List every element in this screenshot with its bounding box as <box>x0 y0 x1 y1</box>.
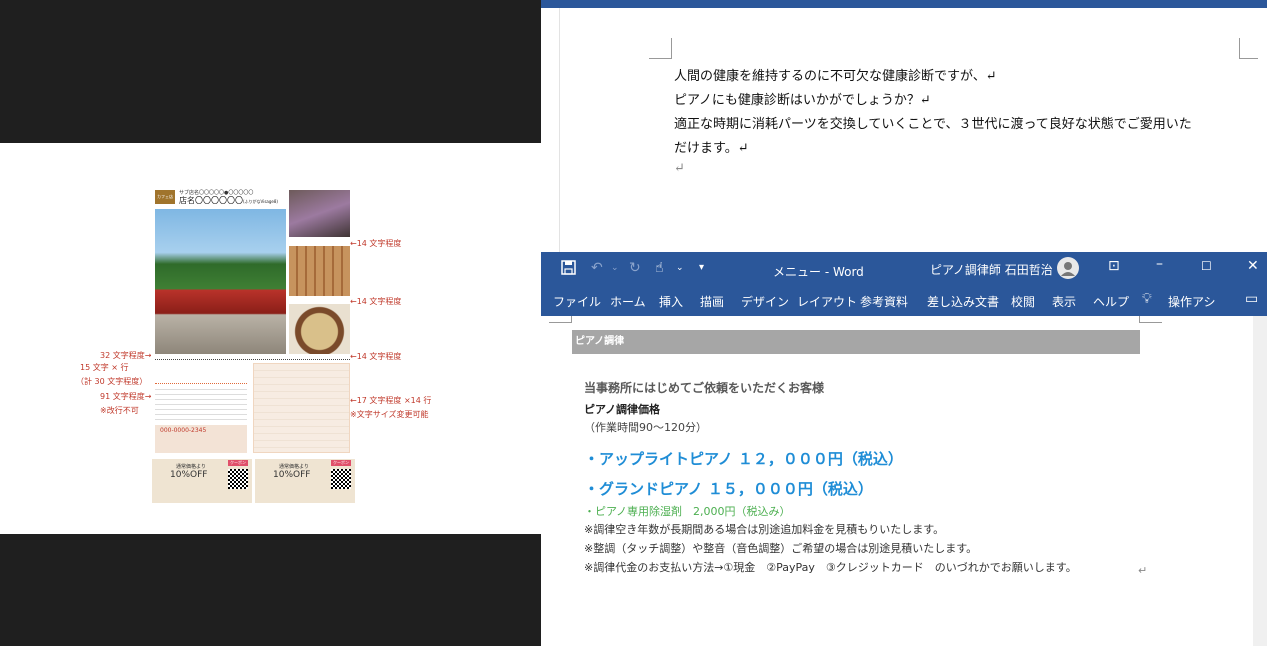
close-icon[interactable]: ✕ <box>1247 258 1259 274</box>
coupon-discount: 10%OFF <box>170 470 208 480</box>
annotation-30chars: （計 30 文字程度） <box>76 377 148 386</box>
annotation-91chars: 91 文字程度→ <box>100 392 152 401</box>
price-dehumidifier: ・ピアノ専用除湿剤 2,000円（税込み） <box>584 505 791 518</box>
touch-mode-icon[interactable]: ☝ <box>655 260 664 276</box>
background-window-titlebar <box>541 0 1267 8</box>
price-upright: ・アップライトピアノ １２，０００円（税込） <box>584 450 903 468</box>
save-icon[interactable] <box>561 260 576 279</box>
menu-list <box>253 363 350 453</box>
tab-mailings[interactable]: 差し込み文書 <box>927 293 999 310</box>
section-heading: ピアノ調律 <box>572 330 1140 354</box>
annotation-17chars: ←17 文字程度 ×14 行 <box>350 396 432 405</box>
work-time: （作業時間90～120分） <box>584 421 707 434</box>
customize-qat-icon[interactable]: ▾ <box>699 262 704 273</box>
coupon-tag: クーポン <box>331 460 351 466</box>
flyer-store-name-en: (ふりがなVisage8) <box>243 199 278 204</box>
copy-block <box>155 363 247 384</box>
tab-design[interactable]: デザイン <box>741 293 789 310</box>
caption-row <box>155 355 350 360</box>
margin-mark-top-right <box>1139 316 1162 323</box>
minimize-icon[interactable]: – <box>1156 256 1163 272</box>
coupon-header: 通常価格より <box>279 464 309 470</box>
flyer-store-name-text: 店名〇〇〇〇〇〇 <box>179 196 243 205</box>
annotation-no-break: ※改行不可 <box>100 406 139 415</box>
doc-left-edge <box>559 8 560 252</box>
coupon-header: 通常価格より <box>176 464 206 470</box>
tab-review[interactable]: 校閲 <box>1011 293 1035 310</box>
price-title: ピアノ調律価格 <box>584 403 661 416</box>
doc-line-4: だけます。↵ <box>674 141 749 156</box>
word-title-bar: ↶ ⌄ ↻ ☝ ⌄ ▾ メニュー - Word ピアノ調律師 石田哲治 ⊡ – … <box>541 252 1267 286</box>
price-grand: ・グランドピアノ １５，０００円（税込） <box>584 480 873 498</box>
annotation-font-size: ※文字サイズ変更可能 <box>350 410 429 419</box>
margin-mark-top-left <box>549 316 572 323</box>
comments-icon[interactable]: ▭ <box>1245 291 1258 307</box>
photo-food <box>289 304 350 354</box>
tab-references[interactable]: 参考資料 <box>860 293 908 310</box>
coupon-tag: クーポン <box>228 460 248 466</box>
note-2: ※整調（タッチ調整）や整音（音色調整）ご希望の場合は別途見積いたします。 <box>584 542 978 555</box>
background-document: 人間の健康を維持するのに不可欠な健康診断ですが、↵ ピアノにも健康診断はいかがで… <box>541 0 1267 252</box>
body-text-block <box>155 385 247 423</box>
image-viewer-pane: カフェ店 サブ店名〇〇〇〇〇●〇〇〇〇〇 店名〇〇〇〇〇〇(ふりがなVisage… <box>0 0 541 646</box>
coupon-discount: 10%OFF <box>273 470 311 480</box>
undo-icon[interactable]: ↶ <box>591 260 603 276</box>
doc-line-3: 適正な時期に消耗パーツを交換していくことで、３世代に渡って良好な状態でご愛用いた <box>674 117 1192 132</box>
user-name[interactable]: ピアノ調律師 石田哲治 <box>930 261 1053 278</box>
flyer-canvas: カフェ店 サブ店名〇〇〇〇〇●〇〇〇〇〇 店名〇〇〇〇〇〇(ふりがなVisage… <box>0 143 541 534</box>
margin-mark-left <box>649 38 672 59</box>
touch-mode-dropdown-icon[interactable]: ⌄ <box>676 263 684 273</box>
shrine-photo <box>155 209 286 354</box>
coupon-right: 通常価格より 10%OFF クーポン <box>255 459 355 503</box>
intro-text: 当事務所にはじめてご依頼をいただくお客様 <box>584 381 825 395</box>
qr-code-icon <box>228 469 248 489</box>
ribbon-tabs: ファイル ホーム 挿入 描画 デザイン レイアウト 参考資料 差し込み文書 校閲… <box>541 286 1267 316</box>
coupon-left: 通常価格より 10%OFF クーポン <box>152 459 252 503</box>
tab-draw[interactable]: 描画 <box>700 293 724 310</box>
maximize-icon[interactable]: ☐ <box>1201 259 1212 273</box>
margin-mark-right <box>1239 38 1258 59</box>
paragraph-mark: ↵ <box>1138 564 1148 577</box>
doc-line-2: ピアノにも健康診断はいかがでしょうか？↵ <box>674 93 931 108</box>
tab-home[interactable]: ホーム <box>610 293 646 310</box>
word-window: ↶ ⌄ ↻ ☝ ⌄ ▾ メニュー - Word ピアノ調律師 石田哲治 ⊡ – … <box>541 252 1267 646</box>
photo-incense <box>289 190 350 237</box>
annotation-14chars-3: ←14 文字程度 <box>350 352 402 361</box>
tab-view[interactable]: 表示 <box>1052 293 1076 310</box>
document-page[interactable]: ピアノ調律 当事務所にはじめてご依頼をいただくお客様 ピアノ調律価格 （作業時間… <box>541 316 1253 646</box>
avatar[interactable] <box>1057 257 1079 279</box>
tab-layout[interactable]: レイアウト <box>797 293 857 310</box>
qr-code-icon <box>331 469 351 489</box>
flyer-phone: 000-0000-2345 <box>160 427 207 434</box>
annotation-14chars-1: ←14 文字程度 <box>350 239 402 248</box>
tell-me-search[interactable]: 操作アシ <box>1168 293 1216 310</box>
undo-dropdown-icon[interactable]: ⌄ <box>611 263 619 273</box>
lightbulb-icon[interactable]: 💡︎ <box>1142 291 1152 307</box>
vertical-scrollbar[interactable] <box>1253 316 1267 646</box>
flyer-store-name: 店名〇〇〇〇〇〇(ふりがなVisage8) <box>179 195 278 206</box>
tab-file[interactable]: ファイル <box>553 293 601 310</box>
redo-icon[interactable]: ↻ <box>629 260 641 276</box>
annotation-32chars: 32 文字程度→ <box>100 351 152 360</box>
flyer-template: カフェ店 サブ店名〇〇〇〇〇●〇〇〇〇〇 店名〇〇〇〇〇〇(ふりがなVisage… <box>150 189 355 507</box>
annotation-14chars-2: ←14 文字程度 <box>350 297 402 306</box>
doc-line-5: ↵ <box>674 161 685 176</box>
photo-ema <box>289 246 350 296</box>
doc-line-1: 人間の健康を維持するのに不可欠な健康診断ですが、↵ <box>674 69 997 84</box>
window-title: メニュー - Word <box>773 265 864 279</box>
ribbon-display-options-icon[interactable]: ⊡ <box>1108 258 1120 274</box>
tab-insert[interactable]: 挿入 <box>659 293 683 310</box>
flyer-badge: カフェ店 <box>155 190 175 204</box>
note-3: ※調律代金のお支払い方法→①現金 ②PayPay ③クレジットカード のいづれか… <box>584 561 1077 574</box>
note-1: ※調律空き年数が長期間ある場合は別途追加料金を見積もりいたします。 <box>584 523 945 536</box>
annotation-15chars: 15 文字 × 行 <box>80 363 129 372</box>
tab-help[interactable]: ヘルプ <box>1093 293 1129 310</box>
